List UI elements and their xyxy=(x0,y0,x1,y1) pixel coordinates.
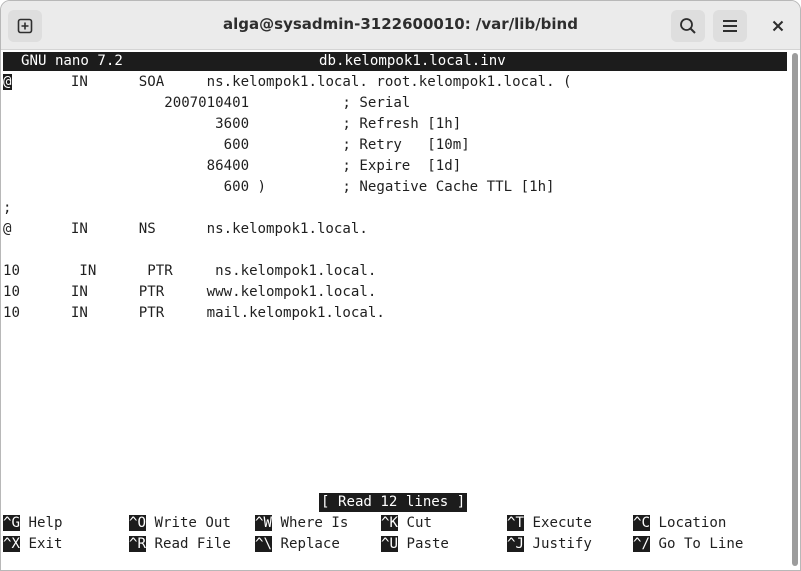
scrollbar-thumb[interactable] xyxy=(792,53,798,566)
nano-status-message: [ Read 12 lines ] xyxy=(319,493,468,512)
shortcut-help[interactable]: ^G Help xyxy=(3,513,62,534)
close-icon xyxy=(772,20,784,32)
text-cursor: @ xyxy=(3,74,12,90)
shortcut-go-to-line[interactable]: ^/ Go To Line xyxy=(633,534,743,555)
shortcut-where-is[interactable]: ^W Where Is xyxy=(255,513,348,534)
new-tab-button[interactable] xyxy=(8,10,42,42)
menu-button[interactable] xyxy=(713,10,747,42)
file-line-4[interactable]: 600 ; Retry [10m] xyxy=(3,135,470,156)
shortcut-cut[interactable]: ^K Cut xyxy=(381,513,432,534)
title-bar: alga@sysadmin-3122600010: /var/lib/bind xyxy=(1,1,800,50)
file-line-11[interactable]: 10 IN PTR www.kelompok1.local. xyxy=(3,282,376,303)
close-button[interactable] xyxy=(761,10,795,42)
shortcut-location[interactable]: ^C Location xyxy=(633,513,726,534)
nano-version: GNU nano 7.2 xyxy=(21,53,123,69)
search-icon xyxy=(680,18,696,34)
nano-header: GNU nano 7.2 db.kelompok1.local.inv xyxy=(3,52,787,71)
terminal-content[interactable]: GNU nano 7.2 db.kelompok1.local.inv @ IN… xyxy=(3,50,789,570)
shortcut-read-file[interactable]: ^R Read File xyxy=(129,534,231,555)
shortcut-write-out[interactable]: ^O Write Out xyxy=(129,513,231,534)
file-line-10[interactable]: 10 IN PTR ns.kelompok1.local. xyxy=(3,261,376,282)
shortcut-exit[interactable]: ^X Exit xyxy=(3,534,62,555)
shortcut-justify[interactable]: ^J Justify xyxy=(507,534,592,555)
file-line-12[interactable]: 10 IN PTR mail.kelompok1.local. xyxy=(3,303,385,324)
file-line-1[interactable]: @ IN SOA ns.kelompok1.local. root.kelomp… xyxy=(3,72,572,93)
file-line-8[interactable]: @ IN NS ns.kelompok1.local. xyxy=(3,219,368,240)
file-line-7[interactable]: ; xyxy=(3,198,12,219)
file-line-3[interactable]: 3600 ; Refresh [1h] xyxy=(3,114,461,135)
terminal-window: alga@sysadmin-3122600010: /var/lib/bind … xyxy=(0,0,801,571)
shortcut-replace[interactable]: ^\ Replace xyxy=(255,534,340,555)
shortcut-execute[interactable]: ^T Execute xyxy=(507,513,592,534)
file-line-5[interactable]: 86400 ; Expire [1d] xyxy=(3,156,462,177)
scrollbar[interactable] xyxy=(790,50,800,570)
nano-filename: db.kelompok1.local.inv xyxy=(319,53,506,69)
hamburger-menu-icon xyxy=(723,20,737,32)
file-line-2[interactable]: 2007010401 ; Serial xyxy=(3,93,410,114)
new-tab-icon xyxy=(17,18,33,34)
shortcut-paste[interactable]: ^U Paste xyxy=(381,534,449,555)
search-button[interactable] xyxy=(671,10,705,42)
file-line-6[interactable]: 600 ) ; Negative Cache TTL [1h] xyxy=(3,177,555,198)
